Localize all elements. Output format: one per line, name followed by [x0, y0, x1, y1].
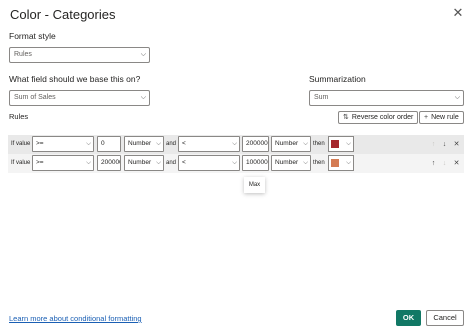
operator-value: < — [182, 159, 186, 166]
value-input[interactable]: 0 — [97, 136, 121, 152]
chevron-down-icon: ⌵ — [140, 51, 146, 58]
value-text: 0 — [101, 140, 105, 147]
if-value-label: If value — [11, 141, 31, 147]
value-input[interactable]: 200000 — [242, 136, 269, 152]
reverse-color-order-button[interactable]: ⇅ Reverse color order — [338, 111, 419, 124]
learn-more-link[interactable]: Learn more about conditional formatting — [9, 314, 142, 323]
type-select[interactable]: Number ⌵ — [124, 155, 164, 171]
rule-row: If value >= ⌵ 200000 Number ⌵ and < ⌵ 10… — [8, 154, 464, 173]
and-label: and — [166, 141, 177, 147]
chevron-down-icon: ⌵ — [156, 140, 161, 147]
cancel-button[interactable]: Cancel — [426, 310, 464, 326]
operator-select[interactable]: >= ⌵ — [32, 136, 94, 152]
chevron-down-icon: ⌵ — [346, 159, 351, 166]
new-rule-label: New rule — [431, 114, 459, 121]
ok-button[interactable]: OK — [396, 310, 421, 326]
color-swatch — [331, 140, 339, 148]
value-text: 1000000 — [246, 159, 269, 166]
value-input[interactable]: 1000000 — [242, 155, 269, 171]
close-icon[interactable]: ✕ — [451, 6, 465, 20]
type-value: Number — [275, 140, 299, 147]
operator-select[interactable]: < ⌵ — [178, 136, 240, 152]
delete-rule-icon[interactable]: ✕ — [452, 135, 461, 154]
chevron-down-icon: ⌵ — [454, 94, 460, 101]
base-field-value: Sum of Sales — [14, 94, 56, 101]
color-picker[interactable]: ⌵ — [328, 155, 354, 171]
max-tooltip: Max — [244, 177, 265, 193]
operator-select[interactable]: >= ⌵ — [32, 155, 94, 171]
summarization-label: Summarization — [309, 74, 366, 84]
move-up-icon[interactable]: ↑ — [429, 154, 438, 173]
chevron-down-icon: ⌵ — [303, 159, 308, 166]
type-select[interactable]: Number ⌵ — [271, 136, 311, 152]
type-select[interactable]: Number ⌵ — [124, 136, 164, 152]
color-swatch — [331, 159, 339, 167]
if-value-label: If value — [11, 160, 31, 166]
base-field-label: What field should we base this on? — [9, 74, 141, 84]
rules-label: Rules — [9, 112, 29, 121]
type-select[interactable]: Number ⌵ — [271, 155, 311, 171]
rule-row: If value >= ⌵ 0 Number ⌵ and < ⌵ 200000 … — [8, 135, 464, 154]
value-input[interactable]: 200000 — [97, 155, 121, 171]
operator-value: >= — [36, 159, 44, 166]
type-value: Number — [275, 159, 299, 166]
chevron-down-icon: ⌵ — [303, 140, 308, 147]
chevron-down-icon: ⌵ — [232, 140, 237, 147]
type-value: Number — [128, 159, 152, 166]
delete-rule-icon[interactable]: ✕ — [452, 154, 461, 173]
color-picker[interactable]: ⌵ — [328, 136, 354, 152]
reverse-color-order-label: Reverse color order — [351, 114, 414, 121]
base-field-select[interactable]: Sum of Sales ⌵ — [9, 90, 150, 106]
type-value: Number — [128, 140, 152, 147]
summarization-select[interactable]: Sum ⌵ — [309, 90, 464, 106]
chevron-down-icon: ⌵ — [86, 159, 91, 166]
move-up-icon[interactable]: ↑ — [429, 135, 438, 154]
value-text: 200000 — [246, 140, 268, 147]
format-style-label: Format style — [9, 31, 56, 41]
operator-value: < — [182, 140, 186, 147]
summarization-value: Sum — [314, 94, 329, 101]
and-label: and — [166, 160, 177, 166]
dialog-title: Color - Categories — [10, 7, 116, 22]
format-style-value: Rules — [14, 51, 32, 58]
new-rule-button[interactable]: + New rule — [419, 111, 464, 124]
move-down-icon[interactable]: ↓ — [440, 135, 449, 154]
chevron-down-icon: ⌵ — [232, 159, 237, 166]
operator-select[interactable]: < ⌵ — [178, 155, 240, 171]
conditional-format-dialog: Color - Categories ✕ Format style Rules … — [0, 0, 474, 336]
chevron-down-icon: ⌵ — [156, 159, 161, 166]
format-style-select[interactable]: Rules ⌵ — [9, 47, 150, 63]
operator-value: >= — [36, 140, 44, 147]
value-text: 200000 — [101, 159, 121, 166]
then-label: then — [313, 141, 325, 147]
chevron-down-icon: ⌵ — [346, 140, 351, 147]
chevron-down-icon: ⌵ — [86, 140, 91, 147]
plus-icon: + — [424, 114, 429, 121]
then-label: then — [313, 160, 325, 166]
swap-icon: ⇅ — [343, 114, 349, 121]
chevron-down-icon: ⌵ — [140, 94, 146, 101]
move-down-icon[interactable]: ↓ — [440, 154, 449, 173]
